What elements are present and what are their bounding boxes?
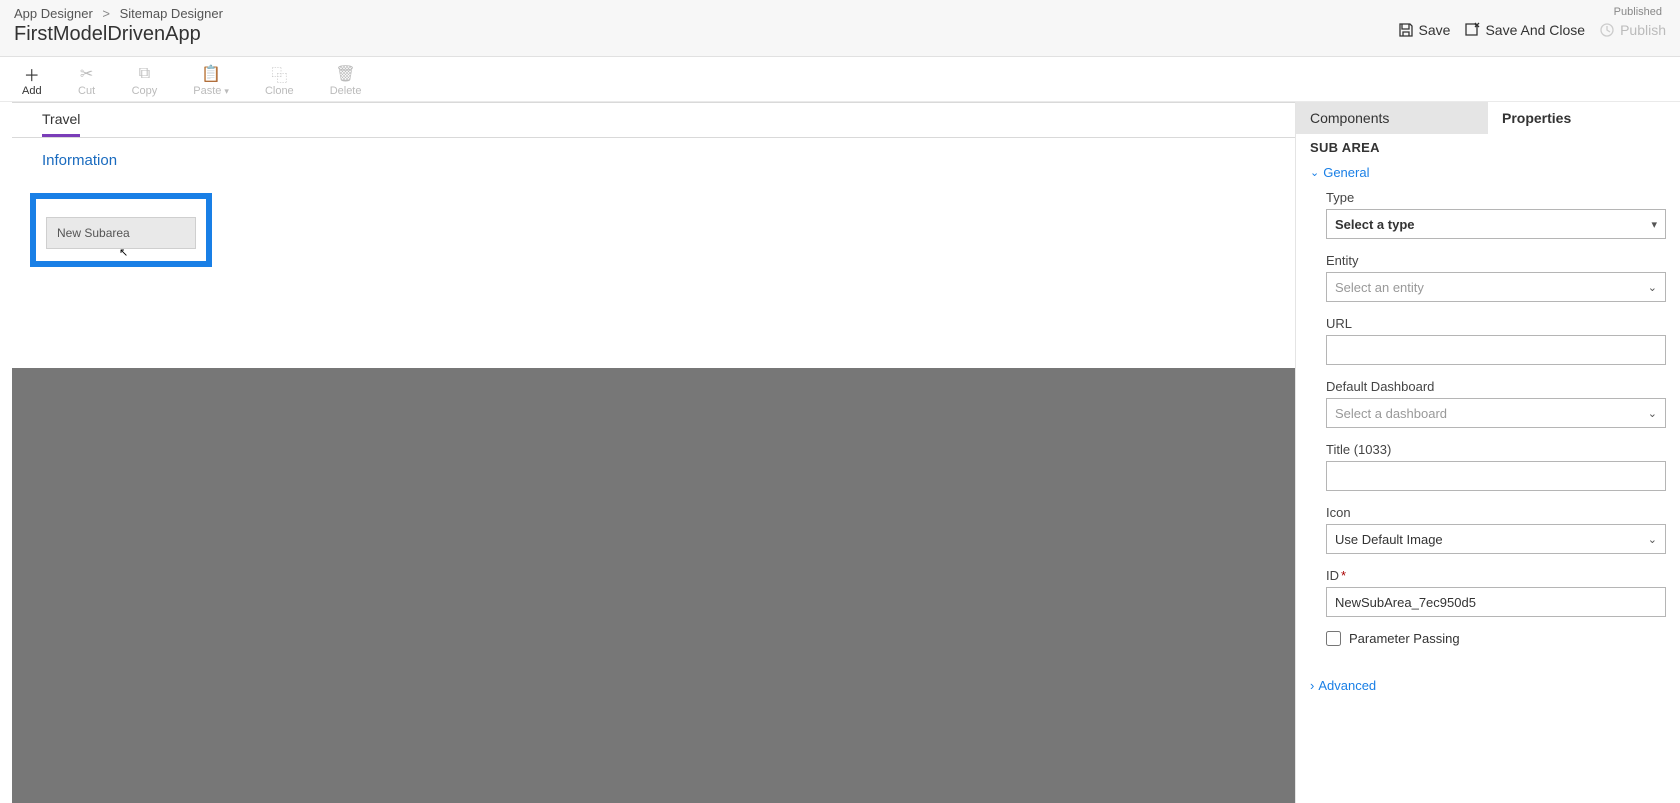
section-advanced[interactable]: › Advanced <box>1296 674 1680 697</box>
save-button[interactable]: Save <box>1398 22 1451 38</box>
add-label: Add <box>22 85 42 97</box>
canvas-column: Travel Information New Subarea ↖ <box>0 102 1295 803</box>
clone-label: Clone <box>265 85 294 97</box>
subarea-selection: New Subarea ↖ <box>30 193 212 267</box>
header-actions: Save Save And Close Publish <box>1398 22 1666 38</box>
workspace: Travel Information New Subarea ↖ Compone… <box>0 102 1680 803</box>
icon-value: Use Default Image <box>1335 532 1443 547</box>
dashboard-select[interactable]: Select a dashboard ⌄ <box>1326 398 1666 428</box>
cut-icon: ✂ <box>78 65 96 83</box>
title-input[interactable] <box>1326 461 1666 491</box>
cursor-icon: ↖ <box>119 246 128 259</box>
save-close-label: Save And Close <box>1485 22 1585 38</box>
delete-label: Delete <box>330 85 362 97</box>
header-bar: App Designer > Sitemap Designer FirstMod… <box>0 0 1680 57</box>
clone-button: ⿻ Clone <box>257 63 302 99</box>
entity-select[interactable]: Select an entity ⌄ <box>1326 272 1666 302</box>
field-parameter-passing: Parameter Passing <box>1326 631 1666 646</box>
area-tab-travel[interactable]: Travel <box>42 103 80 137</box>
field-title: Title (1033) <box>1326 442 1666 491</box>
breadcrumb-root[interactable]: App Designer <box>14 6 93 21</box>
general-form: Type Select a type ▾ Entity Select an en… <box>1296 190 1680 674</box>
parameter-passing-checkbox[interactable] <box>1326 631 1341 646</box>
type-value: Select a type <box>1335 217 1415 232</box>
delete-button: 🗑 Delete <box>322 63 370 99</box>
area-header: Travel <box>12 102 1295 138</box>
entity-placeholder: Select an entity <box>1335 280 1424 295</box>
section-general-label: General <box>1323 165 1369 180</box>
chevron-right-icon: › <box>1310 678 1314 693</box>
save-label: Save <box>1419 22 1451 38</box>
field-url: URL <box>1326 316 1666 365</box>
properties-panel: Components Properties SUB AREA ⌄ General… <box>1295 102 1680 803</box>
copy-button: ⧉ Copy <box>124 63 166 99</box>
icon-select[interactable]: Use Default Image ⌄ <box>1326 524 1666 554</box>
tab-components[interactable]: Components <box>1296 102 1488 134</box>
label-icon: Icon <box>1326 505 1666 520</box>
status-label: Published <box>1398 6 1666 18</box>
add-button[interactable]: ＋ Add <box>14 63 50 99</box>
canvas-empty-area <box>12 368 1295 803</box>
subarea-label: New Subarea <box>57 226 130 240</box>
save-close-button[interactable]: Save And Close <box>1464 22 1585 38</box>
chevron-down-icon: ▾ <box>224 86 229 97</box>
field-icon: Icon Use Default Image ⌄ <box>1326 505 1666 554</box>
page-title: FirstModelDrivenApp <box>14 23 223 46</box>
chevron-down-icon: ⌄ <box>1648 281 1657 294</box>
label-title: Title (1033) <box>1326 442 1666 457</box>
dashboard-placeholder: Select a dashboard <box>1335 406 1447 421</box>
label-id: ID* <box>1326 568 1666 583</box>
copy-label: Copy <box>132 85 158 97</box>
group-information[interactable]: Information <box>42 152 1265 169</box>
chevron-down-icon: ⌄ <box>1310 166 1319 179</box>
header-right: Published Save Save And Close Publish <box>1398 6 1666 38</box>
url-input[interactable] <box>1326 335 1666 365</box>
type-select[interactable]: Select a type ▾ <box>1326 209 1666 239</box>
cut-label: Cut <box>78 85 95 97</box>
subarea-new-subarea[interactable]: New Subarea ↖ <box>46 217 196 249</box>
field-type: Type Select a type ▾ <box>1326 190 1666 239</box>
field-dashboard: Default Dashboard Select a dashboard ⌄ <box>1326 379 1666 428</box>
panel-title: SUB AREA <box>1296 134 1680 163</box>
canvas-body[interactable]: Information New Subarea ↖ <box>12 138 1295 368</box>
tab-properties[interactable]: Properties <box>1488 102 1680 134</box>
breadcrumb: App Designer > Sitemap Designer <box>14 6 223 21</box>
delete-icon: 🗑 <box>337 65 355 83</box>
label-entity: Entity <box>1326 253 1666 268</box>
chevron-down-icon: ⌄ <box>1648 533 1657 546</box>
publish-label: Publish <box>1620 22 1666 38</box>
field-entity: Entity Select an entity ⌄ <box>1326 253 1666 302</box>
header-left: App Designer > Sitemap Designer FirstMod… <box>14 6 223 46</box>
save-close-icon <box>1464 22 1480 38</box>
cut-button: ✂ Cut <box>70 63 104 99</box>
parameter-passing-label: Parameter Passing <box>1349 631 1460 646</box>
label-dashboard: Default Dashboard <box>1326 379 1666 394</box>
field-id: ID* <box>1326 568 1666 617</box>
breadcrumb-sep: > <box>102 6 110 21</box>
copy-icon: ⧉ <box>135 65 153 83</box>
label-type: Type <box>1326 190 1666 205</box>
toolbar: ＋ Add ✂ Cut ⧉ Copy 📋 Paste▾ ⿻ Clone 🗑 De… <box>0 57 1680 102</box>
plus-icon: ＋ <box>23 65 41 83</box>
publish-icon <box>1599 22 1615 38</box>
save-icon <box>1398 22 1414 38</box>
breadcrumb-leaf: Sitemap Designer <box>120 6 223 21</box>
paste-icon: 📋 <box>202 65 220 83</box>
paste-label: Paste▾ <box>193 85 229 97</box>
chevron-down-icon: ▾ <box>1651 218 1657 231</box>
paste-button: 📋 Paste▾ <box>185 63 237 99</box>
label-url: URL <box>1326 316 1666 331</box>
clone-icon: ⿻ <box>270 65 288 83</box>
section-advanced-label: Advanced <box>1318 678 1376 693</box>
id-input[interactable] <box>1326 587 1666 617</box>
panel-tabs: Components Properties <box>1296 102 1680 134</box>
section-general[interactable]: ⌄ General <box>1296 163 1680 190</box>
publish-button: Publish <box>1599 22 1666 38</box>
chevron-down-icon: ⌄ <box>1648 407 1657 420</box>
required-mark: * <box>1341 568 1346 583</box>
